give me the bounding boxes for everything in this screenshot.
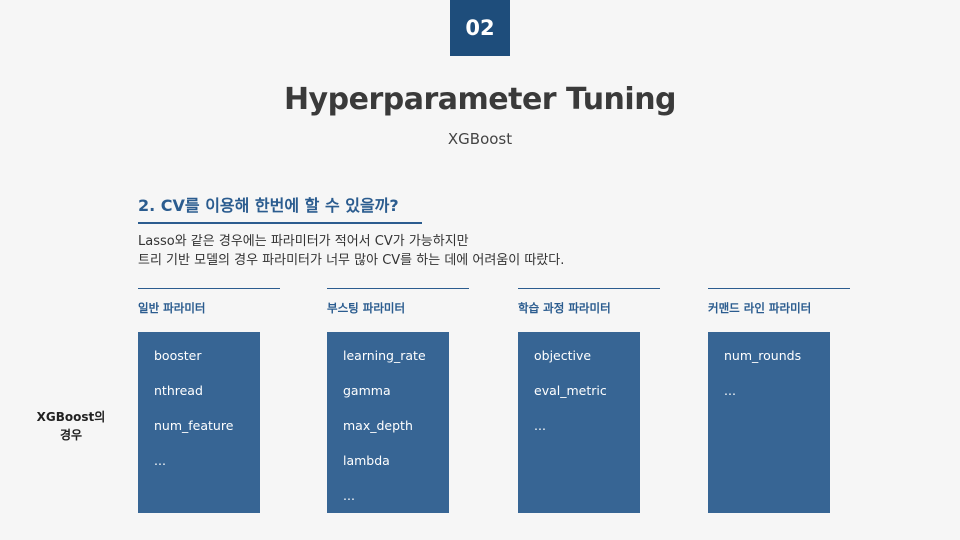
column-commandline-header: 커맨드 라인 파라미터 <box>708 288 850 316</box>
param-item: num_feature <box>154 418 234 433</box>
section-heading: 2. CV를 이용해 한번에 할 수 있을까? <box>138 192 422 224</box>
column-general-header: 일반 파라미터 <box>138 288 280 316</box>
slide-number-badge: 02 <box>450 0 510 56</box>
page-subtitle: XGBoost <box>447 130 513 148</box>
param-item: nthread <box>154 383 203 398</box>
param-item: max_depth <box>343 418 413 433</box>
column-label: 일반 파라미터 <box>138 301 206 315</box>
param-item: ... <box>343 488 355 503</box>
row-label: XGBoost의 경우 <box>26 408 116 444</box>
param-item: lambda <box>343 453 390 468</box>
param-item: learning_rate <box>343 348 426 363</box>
param-item: num_rounds <box>724 348 802 363</box>
column-divider <box>518 288 660 289</box>
column-boosting-header: 부스팅 파라미터 <box>327 288 469 316</box>
param-item: ... <box>724 383 736 398</box>
row-label-line: 경우 <box>59 428 83 442</box>
param-box-learning: objective eval_metric ... <box>518 332 640 513</box>
column-label: 학습 과정 파라미터 <box>518 301 611 315</box>
param-item: eval_metric <box>534 383 607 398</box>
param-box-commandline: num_rounds ... <box>708 332 830 513</box>
description: Lasso와 같은 경우에는 파라미터가 적어서 CV가 가능하지만 트리 기반… <box>138 232 858 270</box>
param-box-boosting: learning_rate gamma max_depth lambda ... <box>327 332 449 513</box>
param-box-general: booster nthread num_feature ... <box>138 332 260 513</box>
column-learning-header: 학습 과정 파라미터 <box>518 288 660 316</box>
description-line: Lasso와 같은 경우에는 파라미터가 적어서 CV가 가능하지만 <box>138 234 469 249</box>
row-label-line: XGBoost의 <box>36 410 106 424</box>
column-divider <box>327 288 469 289</box>
param-item: booster <box>154 348 202 363</box>
param-item: ... <box>534 418 546 433</box>
description-line: 트리 기반 모델의 경우 파라미터가 너무 많아 CV를 하는 데에 어려움이 … <box>138 253 565 268</box>
column-divider <box>138 288 280 289</box>
column-divider <box>708 288 850 289</box>
param-item: ... <box>154 453 166 468</box>
param-item: objective <box>534 348 592 363</box>
column-label: 부스팅 파라미터 <box>327 301 406 315</box>
column-label: 커맨드 라인 파라미터 <box>708 301 812 315</box>
page-title: Hyperparameter Tuning <box>283 82 677 117</box>
param-item: gamma <box>343 383 391 398</box>
